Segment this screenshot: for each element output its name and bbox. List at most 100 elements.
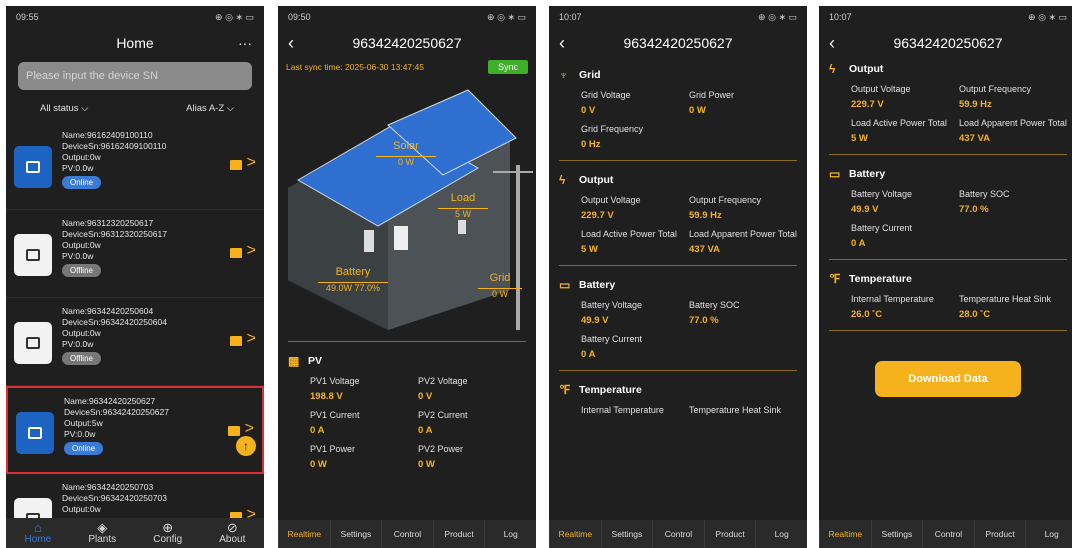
- metric-value: 198.8 V: [310, 391, 343, 402]
- thermometer-icon: ℉: [829, 272, 841, 286]
- tab-settings[interactable]: Settings: [870, 520, 923, 548]
- metric-value: 437 VA: [959, 133, 990, 144]
- divider: [559, 370, 797, 371]
- metric-value: 0 Hz: [581, 139, 601, 150]
- section-title: Output: [849, 63, 884, 75]
- status-icons: ⊕ ◎ ∗ ▭: [487, 11, 526, 22]
- device-list-item[interactable]: Name:96342420250604 DeviceSn:963424202506…: [6, 298, 264, 386]
- metric: Temperature Heat Sink 28.0 ˚C: [959, 290, 1067, 324]
- back-icon[interactable]: ‹: [829, 33, 835, 54]
- tab-product[interactable]: Product: [432, 520, 485, 548]
- metric-label: Load Active Power Total: [581, 229, 677, 239]
- tab-settings[interactable]: Settings: [600, 520, 653, 548]
- device-pv: PV:0.0w: [62, 339, 94, 349]
- output-section: ϟ Output Output Voltage 229.7 V Output Freq…: [819, 58, 1072, 148]
- sort-filter[interactable]: Alias A-Z ⌵: [186, 103, 234, 114]
- metric: PV1 Voltage 198.8 V: [310, 372, 418, 406]
- status-time: 10:07: [559, 12, 582, 22]
- device-name: Name:96162409100110: [62, 130, 153, 140]
- nav-home-label: Home: [24, 534, 52, 545]
- home-screen: 09:55 ⊕ ◎ ∗ ▭ Home ··· Please input the …: [6, 6, 264, 548]
- section-title: PV: [308, 355, 323, 367]
- status-filter[interactable]: All status ⌵: [40, 103, 88, 114]
- tab-realtime[interactable]: Realtime: [278, 520, 330, 548]
- device-list-item[interactable]: Name:96162409100110 DeviceSn:961624091001…: [6, 122, 264, 210]
- solar-value: 0 W: [376, 156, 436, 167]
- metric-value: 26.0 ˚C: [851, 309, 883, 320]
- compass-icon: ⊘: [226, 520, 238, 535]
- lightning-icon: ϟ: [829, 62, 836, 76]
- tab-control[interactable]: Control: [381, 520, 433, 548]
- nav-plants[interactable]: ◈ Plants: [88, 521, 116, 545]
- nav-home[interactable]: ⌂ Home: [25, 521, 52, 545]
- scroll-top-icon[interactable]: ↑: [236, 436, 256, 456]
- filter-bar: All status ⌵ Alias A-Z ⌵: [6, 94, 264, 122]
- download-data-button[interactable]: Download Data: [875, 361, 1021, 397]
- edit-icon[interactable]: [230, 160, 242, 170]
- header: Home ···: [6, 28, 264, 58]
- device-output: Output:0w: [62, 328, 101, 338]
- more-icon[interactable]: ···: [238, 35, 252, 51]
- tab-realtime[interactable]: Realtime: [819, 520, 871, 548]
- metric-label: PV1 Power: [310, 444, 356, 454]
- metric-value: 0 A: [310, 425, 325, 436]
- metric-label: Battery Current: [581, 334, 643, 344]
- status-icons: ⊕ ◎ ∗ ▭: [1028, 11, 1067, 22]
- divider: [829, 259, 1067, 260]
- edit-icon[interactable]: [230, 248, 242, 258]
- metric: Temperature Heat Sink: [689, 401, 797, 420]
- device-info: Name:96342420250627 DeviceSn:963424202506…: [64, 396, 169, 455]
- tab-log[interactable]: Log: [755, 520, 807, 548]
- tab-control[interactable]: Control: [922, 520, 974, 548]
- sync-button[interactable]: Sync: [487, 60, 528, 74]
- device-list-item[interactable]: Name:96312320250617 DeviceSn:963123202506…: [6, 210, 264, 298]
- metric: PV1 Power 0 W: [310, 440, 418, 474]
- nav-config[interactable]: ⊕ Config: [153, 521, 182, 545]
- solar-label: Solar: [393, 140, 419, 152]
- tab-realtime[interactable]: Realtime: [549, 520, 601, 548]
- device-name: Name:96312320250617: [62, 218, 154, 228]
- metric-label: Output Voltage: [851, 84, 911, 94]
- layers-icon: ◈: [97, 520, 108, 535]
- metric-value: 28.0 ˚C: [959, 309, 991, 320]
- edit-icon[interactable]: [230, 336, 242, 346]
- metric: Internal Temperature 26.0 ˚C: [851, 290, 959, 324]
- tab-log[interactable]: Log: [1025, 520, 1072, 548]
- device-pv: PV:0.0w: [62, 163, 94, 173]
- edit-icon[interactable]: [228, 426, 240, 436]
- tab-product[interactable]: Product: [973, 520, 1026, 548]
- metric-value: 49.9 V: [851, 204, 879, 215]
- tab-log[interactable]: Log: [484, 520, 536, 548]
- sync-bar: Last sync time: 2025-06-30 13:47:45 Sync: [278, 58, 536, 76]
- nav-plants-label: Plants: [88, 534, 117, 545]
- metric-value: 59.9 Hz: [959, 99, 992, 110]
- grid-section: ♆ Grid Grid Voltage 0 V Grid Power 0 W Grid F…: [549, 58, 807, 154]
- nav-about[interactable]: ⊘ About: [219, 521, 245, 545]
- chevron-right-icon[interactable]: >: [247, 330, 256, 348]
- tab-control[interactable]: Control: [652, 520, 704, 548]
- metric: Battery SOC 77.0 %: [959, 185, 1067, 219]
- back-icon[interactable]: ‹: [288, 33, 294, 54]
- metric: Output Voltage 229.7 V: [851, 80, 959, 114]
- metric-value: 0 W: [689, 105, 706, 116]
- section-title: Battery: [849, 168, 886, 180]
- header: ‹ 96342420250627: [278, 28, 536, 58]
- sort-filter-label: Alias A-Z: [186, 102, 225, 114]
- metric-value: 0 V: [418, 391, 433, 402]
- thermometer-icon: ℉: [559, 383, 571, 397]
- device-list-item[interactable]: Name:96342420250627 DeviceSn:963424202506…: [6, 386, 264, 474]
- metric: Internal Temperature: [581, 401, 689, 420]
- metric-value: 0 A: [418, 425, 433, 436]
- tab-settings[interactable]: Settings: [329, 520, 382, 548]
- tab-product[interactable]: Product: [703, 520, 756, 548]
- chevron-right-icon[interactable]: >: [247, 242, 256, 260]
- globe-icon: ⊕: [162, 520, 174, 535]
- metric-value: 229.7 V: [851, 99, 884, 110]
- metric: Battery Voltage 49.9 V: [581, 296, 689, 330]
- chevron-right-icon[interactable]: >: [247, 154, 256, 172]
- page-title: 96342420250627: [352, 35, 462, 51]
- back-icon[interactable]: ‹: [559, 33, 565, 54]
- tab-bar: Realtime Settings Control Product Log: [278, 520, 536, 548]
- search-input[interactable]: Please input the device SN: [18, 62, 252, 90]
- metric-label: Battery SOC: [689, 300, 740, 310]
